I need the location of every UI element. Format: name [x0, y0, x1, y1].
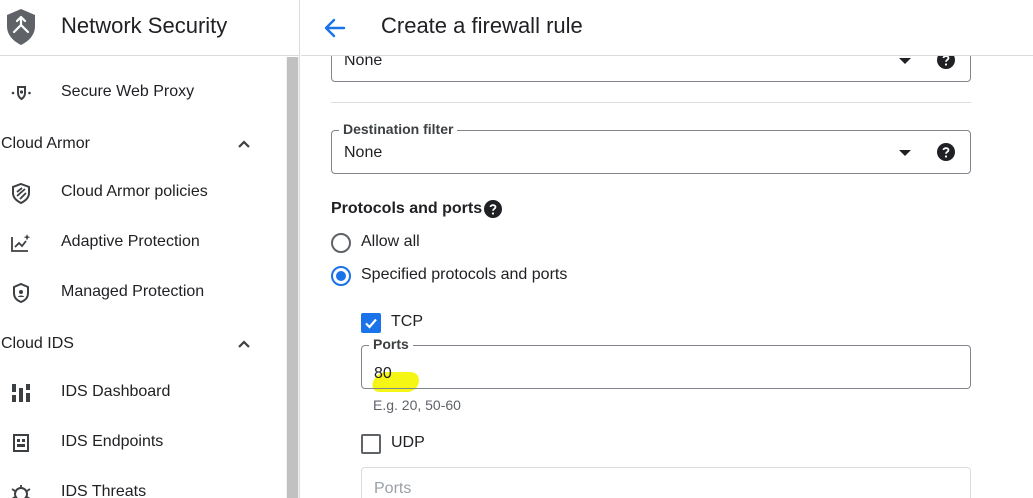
dropdown-arrow-icon	[899, 58, 911, 64]
destination-filter-label: Destination filter	[339, 121, 458, 137]
radio-allow-all-label[interactable]: Allow all	[361, 233, 420, 251]
security-icon	[13, 282, 29, 304]
sidebar-section-cloud-ids[interactable]: Cloud IDS	[0, 324, 286, 364]
tcp-ports-hint: E.g. 20, 50-60	[373, 397, 461, 413]
chevron-up-icon	[238, 140, 250, 148]
dashboard-icon	[12, 384, 30, 402]
threats-icon	[11, 485, 31, 498]
sidebar: Network Security Secure Web Proxy Cloud …	[0, 0, 300, 498]
page-header: Create a firewall rule	[301, 0, 1033, 56]
secure-web-proxy-icon	[11, 86, 31, 101]
network-security-logo-icon	[7, 9, 35, 45]
udp-label[interactable]: UDP	[391, 434, 425, 452]
sidebar-header: Network Security	[0, 0, 299, 56]
sidebar-item-label: Secure Web Proxy	[61, 83, 195, 100]
radio-specified-protocols-label[interactable]: Specified protocols and ports	[361, 266, 567, 284]
endpoint-icon	[13, 434, 29, 452]
sidebar-item-label: IDS Threats	[61, 483, 147, 498]
help-icon[interactable]	[484, 200, 502, 218]
product-title: Network Security	[61, 13, 228, 38]
dropdown-arrow-icon	[899, 150, 911, 156]
sidebar-item-label: IDS Dashboard	[61, 383, 171, 400]
tcp-ports-label: Ports	[369, 336, 413, 352]
sidebar-item-ids-endpoints[interactable]: IDS Endpoints	[0, 422, 286, 462]
chevron-up-icon	[238, 340, 250, 348]
sidebar-item-cloud-armor-policies[interactable]: Cloud Armor policies	[0, 172, 286, 212]
sidebar-item-label: Managed Protection	[61, 283, 205, 300]
radio-allow-all[interactable]	[331, 233, 351, 253]
protocols-heading: Protocols and ports	[331, 200, 483, 217]
tcp-label[interactable]: TCP	[391, 313, 423, 331]
sidebar-scrollbar-thumb[interactable]	[287, 57, 298, 498]
sidebar-section-cloud-armor[interactable]: Cloud Armor	[0, 124, 286, 164]
sidebar-section-label: Cloud Armor	[1, 135, 90, 152]
tcp-checkbox[interactable]	[361, 313, 381, 333]
back-arrow-icon[interactable]	[321, 14, 349, 42]
analytics-icon	[11, 234, 31, 252]
sidebar-item-adaptive-protection[interactable]: Adaptive Protection	[0, 222, 286, 262]
udp-ports-input[interactable]	[361, 467, 971, 498]
sidebar-item-label: Cloud Armor policies	[61, 183, 208, 200]
checkmark-icon	[365, 318, 377, 329]
shield-icon	[12, 182, 30, 204]
divider	[331, 102, 971, 103]
sidebar-item-label: IDS Endpoints	[61, 433, 164, 450]
sidebar-item-secure-web-proxy[interactable]: Secure Web Proxy	[0, 72, 286, 112]
page-title: Create a firewall rule	[381, 13, 583, 38]
sidebar-section-label: Cloud IDS	[1, 335, 74, 352]
sidebar-item-label: Adaptive Protection	[61, 233, 200, 250]
tcp-ports-input[interactable]	[361, 345, 971, 389]
sidebar-item-ids-threats[interactable]: IDS Threats	[0, 472, 286, 498]
radio-specified-protocols[interactable]	[331, 266, 351, 286]
sidebar-item-ids-dashboard[interactable]: IDS Dashboard	[0, 372, 286, 412]
help-icon[interactable]	[937, 143, 955, 161]
sidebar-item-managed-protection[interactable]: Managed Protection	[0, 272, 286, 312]
udp-checkbox[interactable]	[361, 434, 381, 454]
select-value: None	[344, 144, 383, 161]
